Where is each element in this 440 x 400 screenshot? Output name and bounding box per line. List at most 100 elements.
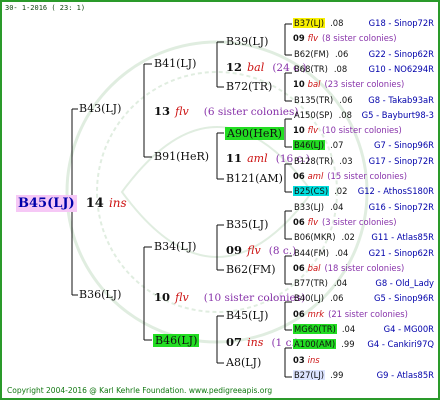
pedigree-frame: { "header": "30- 1-2016 ( 23: 1)", "foot… — [0, 0, 440, 400]
gen4-sister-row: 06 aml (15 sister colonies) — [293, 172, 407, 180]
gen4-parent-row[interactable]: B46(LJ) .07 — [293, 140, 344, 151]
gen4-origin: G4 - MG00R — [383, 324, 434, 334]
gen4-num: 06 — [293, 308, 305, 319]
gen4-origin-cell: G18 - Sinop72R — [369, 19, 434, 27]
gen4-parent-row[interactable]: B37(LJ) .08 — [293, 18, 344, 28]
gen3-node[interactable]: B72(TR) — [226, 81, 272, 92]
gen3-num: 11 — [226, 151, 243, 165]
gen4-parent-row[interactable]: A100(AM) .99 — [293, 339, 355, 350]
gen3-node[interactable]: A8(LJ) — [226, 357, 261, 368]
gen4-name: B06(MKR) — [294, 232, 336, 243]
gen4-parent-row[interactable]: B68(TR) .08 — [293, 65, 347, 73]
gen4-parent-row[interactable]: A150(SP) .08 — [293, 111, 352, 119]
root-queen[interactable]: B45(LJ) 14 ins — [16, 194, 127, 212]
gen4-sister-row: 09 flv (8 sister colonies) — [293, 34, 396, 42]
gen4-name: B128(TR) — [294, 155, 334, 166]
gen4-year: .06 — [330, 293, 344, 304]
gen4-color: ins — [307, 354, 320, 365]
gen4-year: .02 — [334, 186, 348, 197]
gen1-sisters: (6 sister colonies) — [203, 106, 299, 118]
gen2-node-highlighted[interactable]: B46(LJ) — [153, 334, 200, 347]
gen4-name: B77(TR) — [294, 278, 328, 289]
gen4-color: bal — [307, 262, 321, 273]
gen4-sisters: (15 sister colonies) — [327, 171, 408, 181]
gen3-node[interactable]: B39(LJ) — [226, 36, 268, 47]
gen4-origin-cell: G16 - Sinop72R — [369, 202, 434, 211]
gen4-year: .06 — [339, 94, 353, 105]
gen4-year: .03 — [339, 155, 353, 166]
gen4-origin: G22 - Sinop62R — [368, 48, 434, 59]
gen3-node[interactable]: B45(LJ) — [226, 310, 268, 321]
gen4-name: B37(LJ) — [293, 18, 326, 28]
gen4-name: B62(FM) — [294, 48, 329, 59]
gen1-num: 13 — [154, 104, 171, 118]
gen3-node-highlighted[interactable]: A90(HeR) — [225, 127, 284, 140]
gen4-year: .06 — [334, 48, 349, 59]
gen4-origin-cell: G8 - Old_Lady — [375, 279, 434, 287]
gen3-num: 09 — [226, 243, 243, 257]
gen4-origin: G9 - Atlas85R — [376, 369, 434, 380]
gen4-parent-row[interactable]: B77(TR) .04 — [293, 279, 347, 287]
gen2-node[interactable]: B91(HeR) — [154, 151, 209, 162]
gen4-sister-row: 06 bal (18 sister colonies) — [293, 264, 404, 272]
gen4-origin-cell: G22 - Sinop62R — [368, 48, 434, 59]
gen4-color: flv — [307, 33, 319, 44]
gen2-node[interactable]: B34(LJ) — [154, 241, 196, 252]
gen4-color: flv — [307, 125, 319, 136]
gen3-color: aml — [247, 152, 268, 165]
gen1-color: flv — [175, 291, 189, 304]
gen3-num: 07 — [226, 335, 243, 349]
gen3-num: 12 — [226, 60, 243, 74]
gen4-origin: G17 - Sinop72R — [368, 155, 434, 166]
gen3-sister-line: 09 flv (8 c.) — [226, 241, 296, 257]
gen4-year: .04 — [333, 278, 348, 289]
gen4-parent-row[interactable]: B40(LJ) .06 — [293, 294, 343, 302]
gen4-year: .04 — [330, 201, 344, 212]
gen4-sisters: (23 sister colonies) — [324, 79, 405, 90]
gen4-color: bal — [307, 79, 321, 90]
gen4-parent-row[interactable]: B27(LJ) .99 — [293, 369, 343, 380]
gen4-origin: G8 - Takab93aR — [368, 94, 434, 105]
gen4-parent-row[interactable]: B62(FM) .06 — [293, 48, 349, 59]
gen4-year: .04 — [334, 247, 349, 258]
gen4-parent-row[interactable]: B44(FM) .04 — [293, 247, 349, 258]
gen3-node[interactable]: B121(AM) — [226, 173, 283, 184]
gen1-sister-line: 10 flv (10 sister colonies) — [154, 288, 305, 304]
gen4-origin-cell: G17 - Sinop72R — [368, 155, 434, 166]
gen3-color: flv — [247, 244, 261, 257]
gen4-color: flv — [307, 216, 319, 227]
gen3-node[interactable]: B35(LJ) — [226, 219, 268, 230]
gen4-sisters: (10 sister colonies) — [322, 125, 402, 136]
gen4-year: .07 — [330, 140, 344, 151]
gen4-color: mrk — [307, 308, 325, 319]
gen4-year: .08 — [333, 63, 348, 74]
gen3-color: bal — [247, 61, 265, 74]
gen4-parent-row[interactable]: B06(MKR) .02 — [293, 233, 355, 241]
gen4-parent-row[interactable]: MG60(TR) .04 — [293, 324, 355, 334]
gen1-node[interactable]: B43(LJ) — [79, 103, 121, 114]
gen4-sister-row: 10 flv (10 sister colonies) — [293, 126, 402, 134]
gen4-sisters: (21 sister colonies) — [328, 308, 408, 319]
gen1-name: B36(LJ) — [79, 288, 122, 301]
gen4-sister-row: 06 flv (3 sister colonies) — [293, 218, 396, 226]
gen4-origin: G4 - Cankiri97Q — [367, 339, 434, 350]
gen4-origin-cell: G5 - Bayburt98-3 — [362, 111, 434, 119]
gen4-name: B33(LJ) — [294, 201, 325, 212]
gen4-origin-cell: G11 - Atlas85R — [371, 233, 434, 241]
gen4-name: MG60(TR) — [293, 324, 337, 334]
gen4-origin-cell: G8 - Takab93aR — [368, 94, 434, 105]
gen4-color: aml — [307, 171, 324, 181]
gen4-parent-row[interactable]: B33(LJ) .04 — [293, 201, 344, 212]
gen4-year: .08 — [338, 109, 352, 120]
gen4-parent-row[interactable]: B135(TR) .06 — [293, 94, 353, 105]
gen4-year: .08 — [330, 18, 344, 28]
gen4-name: B46(LJ) — [293, 140, 326, 151]
gen4-parent-row[interactable]: B128(TR) .03 — [293, 155, 353, 166]
gen1-node[interactable]: B36(LJ) — [79, 289, 121, 300]
gen3-node[interactable]: B62(FM) — [226, 264, 276, 275]
gen4-origin: G12 - AthosS180R — [357, 186, 434, 197]
gen1-name: B43(LJ) — [79, 102, 122, 115]
gen4-parent-row[interactable]: B25(CS) .02 — [293, 186, 348, 197]
gen2-node[interactable]: B41(LJ) — [154, 58, 196, 69]
gen4-sisters: (3 sister colonies) — [322, 216, 397, 227]
